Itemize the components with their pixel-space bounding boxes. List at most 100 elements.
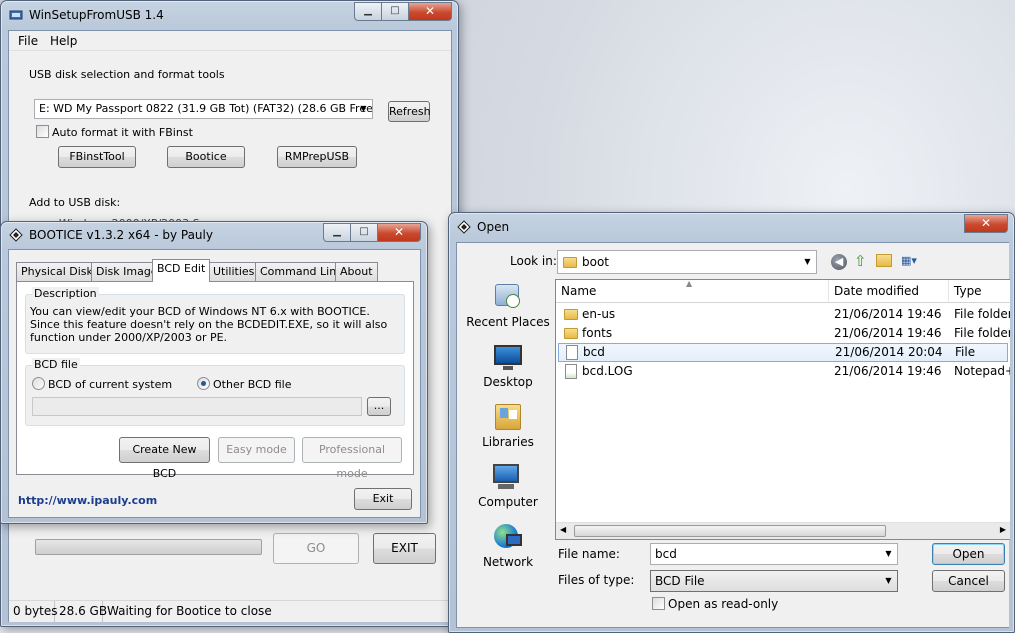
radio-other-label: Other BCD file xyxy=(213,378,292,391)
file-type-value: BCD File xyxy=(655,574,705,588)
file-name: en-us xyxy=(582,307,616,321)
chevron-down-icon: ▼ xyxy=(885,576,892,585)
status-free: 28.6 GB xyxy=(55,601,107,622)
folder-icon xyxy=(564,328,578,339)
open-dialog-window: Open ✕ Look in: boot ▼ ◀ ⇧ ▦▾ Recent Pla… xyxy=(448,212,1015,633)
minimize-button[interactable]: ▁ xyxy=(354,2,381,21)
place-recent[interactable]: Recent Places xyxy=(460,282,556,329)
file-type: File folder xyxy=(954,326,1010,340)
close-button[interactable]: ✕ xyxy=(408,2,452,21)
new-folder-icon[interactable] xyxy=(876,254,892,267)
menu-help[interactable]: Help xyxy=(50,34,77,48)
sort-arrow-icon: ▲ xyxy=(686,279,693,288)
column-date[interactable]: Date modified xyxy=(829,280,949,303)
radio-current-label: BCD of current system xyxy=(48,378,173,391)
file-date: 21/06/2014 19:46 xyxy=(834,307,942,321)
tab-about[interactable]: About xyxy=(335,262,378,282)
bootice-button[interactable]: Bootice xyxy=(167,146,245,168)
scroll-thumb[interactable] xyxy=(574,525,886,537)
horizontal-scrollbar[interactable]: ◀ ▶ xyxy=(556,522,1010,539)
tab-utilities[interactable]: Utilities xyxy=(208,262,260,282)
progress-bar xyxy=(35,539,262,555)
radio-other-bcd[interactable] xyxy=(197,377,210,390)
place-computer[interactable]: Computer xyxy=(460,462,556,509)
bcd-edit-panel: Description You can view/edit your BCD o… xyxy=(16,281,414,480)
scroll-right-icon[interactable]: ▶ xyxy=(1000,525,1006,534)
file-name-input[interactable]: bcd ▼ xyxy=(650,543,898,565)
app-icon xyxy=(9,10,23,20)
menu-file[interactable]: File xyxy=(18,34,38,48)
read-only-checkbox[interactable] xyxy=(652,597,665,610)
up-folder-icon[interactable]: ⇧ xyxy=(854,252,870,270)
list-item[interactable]: en-us 21/06/2014 19:46 File folder xyxy=(556,305,1010,324)
open-caption-buttons: ✕ xyxy=(964,214,1008,233)
libraries-icon xyxy=(492,402,524,432)
maximize-button[interactable]: □ xyxy=(350,223,377,242)
create-new-bcd-button[interactable]: Create New BCD xyxy=(119,437,210,480)
exit-button[interactable]: EXIT xyxy=(373,533,436,564)
list-item[interactable]: fonts 21/06/2014 19:46 File folder xyxy=(556,324,1010,343)
close-button[interactable]: ✕ xyxy=(377,223,421,242)
column-type[interactable]: Type xyxy=(949,280,1010,303)
look-in-select[interactable]: boot ▼ xyxy=(557,250,817,274)
status-message: Waiting for Bootice to close xyxy=(107,604,272,618)
open-button[interactable]: Open xyxy=(932,543,1005,565)
open-titlebar[interactable]: Open xyxy=(449,213,1014,241)
place-computer-label: Computer xyxy=(478,495,538,509)
ipauly-link[interactable]: http://www.ipauly.com xyxy=(18,494,157,507)
file-date: 21/06/2014 19:46 xyxy=(834,326,942,340)
minimize-button[interactable]: ▁ xyxy=(323,223,350,242)
description-group: Description You can view/edit your BCD o… xyxy=(25,287,405,354)
read-only-label: Open as read-only xyxy=(668,597,779,611)
fbinst-button[interactable]: FBinstTool xyxy=(58,146,136,168)
log-file-icon xyxy=(565,364,577,379)
radio-current-system[interactable] xyxy=(32,377,45,390)
description-text: You can view/edit your BCD of Windows NT… xyxy=(30,305,388,344)
view-menu-icon[interactable]: ▦▾ xyxy=(901,254,925,269)
chevron-down-icon: ▼ xyxy=(885,549,892,558)
list-item[interactable]: bcd.LOG 21/06/2014 19:46 Notepad++ xyxy=(556,362,1010,381)
back-icon[interactable]: ◀ xyxy=(831,254,847,270)
file-name: fonts xyxy=(582,326,613,340)
file-name-label: File name: xyxy=(558,547,620,561)
status-bytes: 0 bytes xyxy=(9,601,58,622)
refresh-button[interactable]: Refresh xyxy=(388,101,431,122)
column-name[interactable]: Name ▲ xyxy=(556,280,829,303)
desktop-icon xyxy=(492,342,524,372)
file-type-select[interactable]: BCD File ▼ xyxy=(650,570,898,592)
rmprep-button[interactable]: RMPrepUSB xyxy=(277,146,357,168)
scroll-left-icon[interactable]: ◀ xyxy=(560,525,566,534)
go-button[interactable]: GO xyxy=(273,533,359,564)
close-button[interactable]: ✕ xyxy=(964,214,1008,233)
tab-physical-disk[interactable]: Physical Disk xyxy=(16,262,98,282)
place-recent-label: Recent Places xyxy=(466,315,550,329)
places-bar: Recent Places Desktop Libraries Computer… xyxy=(460,279,557,585)
bootice-exit-button[interactable]: Exit xyxy=(354,488,412,510)
maximize-button[interactable]: □ xyxy=(381,2,408,21)
bootice-title: BOOTICE v1.3.2 x64 - by Pauly xyxy=(29,228,213,242)
file-date: 21/06/2014 20:04 xyxy=(835,345,943,359)
bcd-path-input[interactable] xyxy=(32,397,362,416)
easy-mode-button[interactable]: Easy mode xyxy=(218,437,295,463)
computer-icon xyxy=(492,462,524,492)
list-item-selected[interactable]: bcd 21/06/2014 20:04 File xyxy=(558,343,1008,362)
place-desktop[interactable]: Desktop xyxy=(460,342,556,389)
recent-places-icon xyxy=(492,282,524,312)
cancel-button[interactable]: Cancel xyxy=(932,570,1005,592)
professional-mode-button[interactable]: Professional mode xyxy=(302,437,402,480)
open-client: Look in: boot ▼ ◀ ⇧ ▦▾ Recent Places Des… xyxy=(456,242,1010,628)
file-type: File xyxy=(955,345,976,359)
browse-button[interactable]: ... xyxy=(367,397,391,416)
file-list: Name ▲ Date modified Type en-us 21/06/20… xyxy=(555,279,1010,540)
disk-select[interactable]: E: WD My Passport 0822 (31.9 GB Tot) (FA… xyxy=(34,99,373,119)
file-name-value: bcd xyxy=(655,547,677,561)
disk-select-value: E: WD My Passport 0822 (31.9 GB Tot) (FA… xyxy=(39,102,373,115)
place-libraries[interactable]: Libraries xyxy=(460,402,556,449)
place-libraries-label: Libraries xyxy=(482,435,534,449)
auto-format-checkbox[interactable] xyxy=(36,125,49,138)
place-desktop-label: Desktop xyxy=(483,375,533,389)
tab-bcd-edit[interactable]: BCD Edit xyxy=(152,259,211,282)
caption-buttons: ▁ □ ✕ xyxy=(354,2,452,21)
place-network[interactable]: Network xyxy=(460,522,556,569)
file-name: bcd.LOG xyxy=(582,364,633,378)
